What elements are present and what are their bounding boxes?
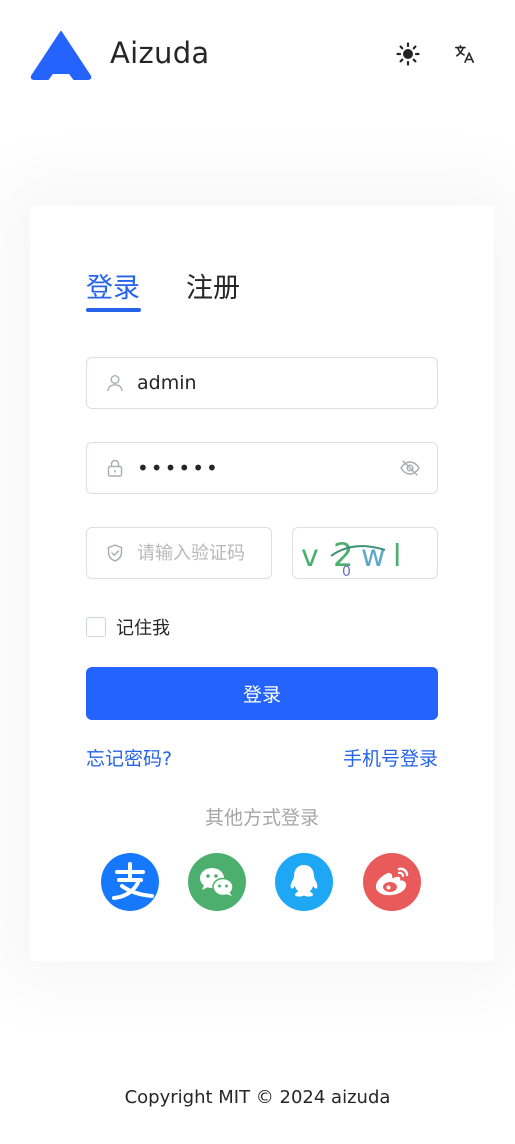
svg-text:0: 0 bbox=[342, 564, 351, 578]
username-input[interactable] bbox=[137, 358, 417, 408]
alipay-login-button[interactable] bbox=[101, 853, 159, 911]
remember-label: 记住我 bbox=[116, 618, 170, 639]
shield-icon bbox=[107, 544, 123, 562]
eye-off-icon[interactable] bbox=[399, 458, 421, 478]
translate-icon bbox=[455, 44, 475, 64]
remember-checkbox[interactable] bbox=[86, 617, 106, 637]
svg-text:w: w bbox=[361, 539, 386, 574]
captcha-graphic: v 2 w l 0 bbox=[301, 536, 401, 578]
svg-text:l: l bbox=[393, 539, 401, 574]
theme-toggle-button[interactable] bbox=[392, 38, 424, 70]
wechat-icon bbox=[188, 853, 246, 911]
weibo-login-button[interactable] bbox=[363, 853, 421, 911]
alipay-icon bbox=[101, 853, 159, 911]
login-button[interactable]: 登录 bbox=[86, 667, 438, 720]
other-login-title: 其他方式登录 bbox=[204, 807, 319, 829]
lock-icon bbox=[107, 459, 123, 477]
aizuda-logo bbox=[30, 31, 92, 80]
weibo-icon bbox=[363, 853, 421, 911]
phone-login-link[interactable]: 手机号登录 bbox=[343, 744, 438, 771]
user-icon bbox=[107, 375, 123, 392]
auth-tabs: 登录 注册 bbox=[86, 266, 286, 316]
username-field bbox=[86, 357, 438, 409]
login-card: 登录 注册 v 2 w bbox=[30, 206, 494, 961]
language-switch-button[interactable] bbox=[449, 38, 481, 70]
header: Aizuda bbox=[0, 0, 515, 110]
active-tab-indicator bbox=[86, 308, 141, 312]
forgot-password-link[interactable]: 忘记密码? bbox=[86, 744, 172, 771]
captcha-field bbox=[86, 527, 272, 579]
captcha-image[interactable]: v 2 w l 0 bbox=[292, 527, 438, 579]
sun-icon bbox=[396, 42, 420, 66]
qq-login-button[interactable] bbox=[275, 853, 333, 911]
password-field bbox=[86, 442, 438, 494]
copyright-footer: Copyright MIT © 2024 aizuda bbox=[124, 1087, 391, 1108]
tab-register[interactable]: 注册 bbox=[186, 266, 240, 305]
tab-login[interactable]: 登录 bbox=[86, 266, 140, 305]
remember-me[interactable]: 记住我 bbox=[86, 616, 170, 639]
password-input[interactable] bbox=[137, 443, 387, 493]
qq-icon bbox=[275, 853, 333, 911]
app-name: Aizuda bbox=[110, 36, 210, 70]
svg-text:v: v bbox=[301, 539, 319, 574]
captcha-input[interactable] bbox=[137, 528, 267, 578]
wechat-login-button[interactable] bbox=[188, 853, 246, 911]
